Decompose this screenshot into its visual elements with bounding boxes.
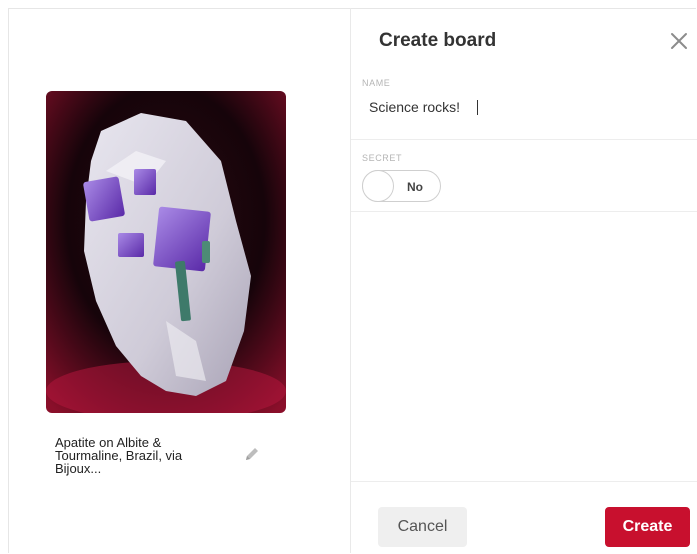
create-button[interactable]: Create	[605, 507, 690, 547]
text-caret	[477, 100, 478, 115]
divider	[351, 211, 697, 212]
divider	[351, 139, 697, 140]
pin-preview-panel: Apatite on Albite & Tourmaline, Brazil, …	[8, 8, 350, 553]
secret-toggle-text: No	[407, 180, 423, 194]
board-name-input[interactable]	[359, 97, 669, 117]
divider	[351, 481, 697, 482]
secret-toggle[interactable]: No	[362, 170, 441, 202]
pencil-icon[interactable]	[243, 445, 261, 463]
dialog-title: Create board	[379, 30, 497, 51]
pin-image	[46, 91, 286, 413]
pin-description: Apatite on Albite & Tourmaline, Brazil, …	[55, 435, 183, 476]
secret-label: SECRET	[362, 153, 403, 163]
create-board-panel: Create board NAME SECRET No Cancel Creat…	[350, 8, 697, 553]
toggle-knob	[362, 170, 394, 202]
name-label: NAME	[362, 78, 391, 88]
cancel-button[interactable]: Cancel	[378, 507, 467, 547]
close-icon[interactable]	[669, 31, 689, 51]
